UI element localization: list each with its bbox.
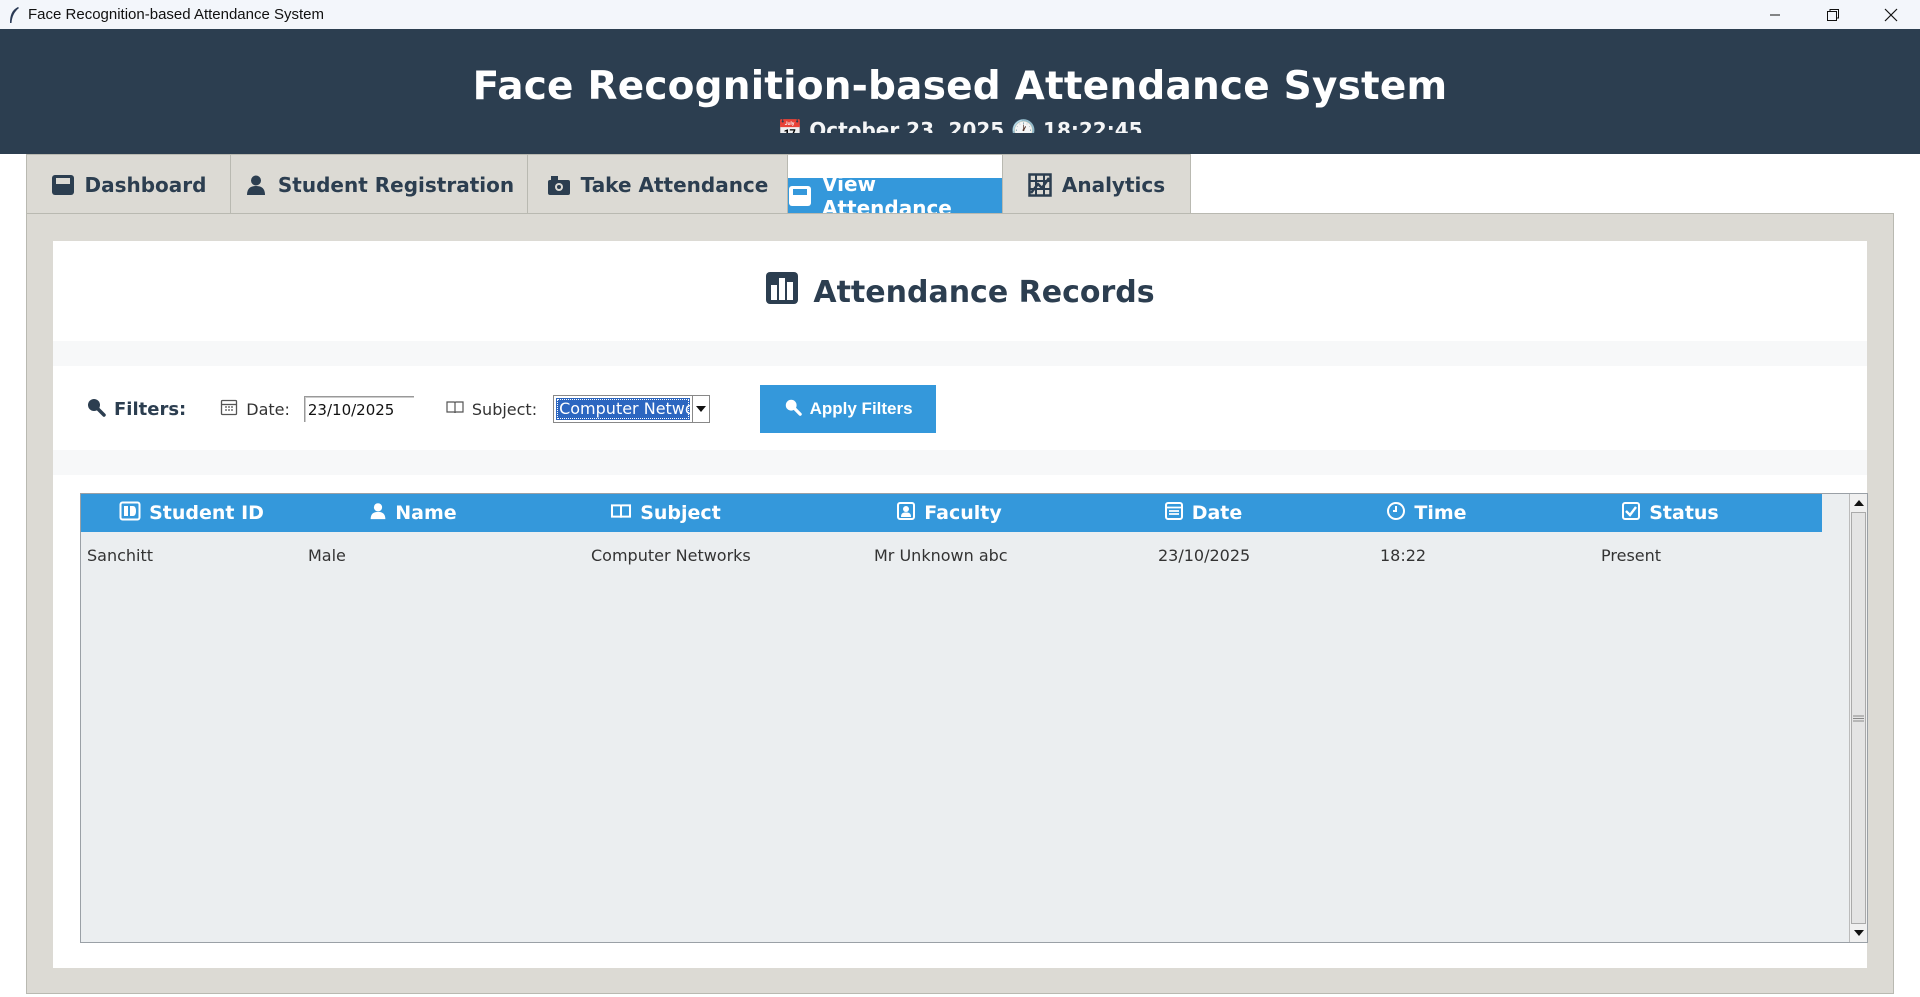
scrollbar-thumb[interactable] — [1851, 512, 1866, 924]
scroll-up-arrow-icon[interactable] — [1850, 494, 1867, 512]
attendance-table: Student ID Name Subject Faculty Date Tim… — [80, 493, 1868, 943]
tab-student-registration[interactable]: Student Registration — [230, 154, 528, 214]
subject-combobox[interactable]: Computer Networks — [553, 395, 711, 423]
dashboard-icon — [51, 173, 75, 197]
tab-label: Student Registration — [277, 172, 515, 197]
divider-band — [53, 450, 1867, 475]
restore-button[interactable] — [1804, 0, 1862, 29]
apply-filters-label: Apply Filters — [809, 399, 913, 418]
subject-selected-value: Computer Networks — [556, 398, 691, 420]
cell-student-id: Sanchitt — [87, 545, 154, 565]
calendar-icon — [220, 398, 238, 420]
camera-icon — [547, 173, 571, 197]
date-label: Date: — [246, 399, 290, 419]
records-heading: Attendance Records — [53, 271, 1867, 313]
app-title: Face Recognition-based Attendance System — [472, 64, 1448, 109]
tab-view-attendance[interactable]: View Attendance — [788, 172, 1002, 220]
column-label: Date — [1191, 502, 1243, 524]
table-row[interactable]: Sanchitt Male Computer Networks Mr Unkno… — [81, 532, 1822, 578]
cell-name: Male — [308, 545, 346, 565]
column-label: Name — [395, 502, 457, 524]
divider-band — [53, 341, 1867, 366]
table-body: Sanchitt Male Computer Networks Mr Unkno… — [81, 532, 1822, 578]
tab-label: Dashboard — [84, 172, 207, 197]
clock-icon — [1386, 501, 1406, 526]
window-title: Face Recognition-based Attendance System — [28, 6, 325, 23]
bar-chart-icon — [765, 271, 799, 313]
scroll-down-arrow-icon[interactable] — [1850, 924, 1867, 942]
cell-subject: Computer Networks — [591, 545, 751, 565]
cell-time: 18:22 — [1380, 545, 1427, 565]
faculty-icon — [896, 501, 916, 526]
column-header-name[interactable]: Name — [302, 494, 524, 532]
apply-filters-button[interactable]: Apply Filters — [760, 385, 937, 433]
date-filter: Date: — [220, 396, 414, 422]
tab-view-attendance-container: View Attendance — [787, 154, 1003, 220]
records-icon — [788, 184, 812, 208]
column-label: Status — [1649, 502, 1719, 524]
vertical-scrollbar[interactable] — [1849, 494, 1867, 942]
column-label: Faculty — [924, 502, 1002, 524]
user-icon — [244, 173, 268, 197]
column-header-student-id[interactable]: Student ID — [81, 494, 302, 532]
book-icon — [446, 399, 464, 419]
date-input[interactable] — [303, 396, 414, 422]
column-header-date[interactable]: Date — [1091, 494, 1315, 532]
records-title: Attendance Records — [813, 274, 1155, 310]
minimize-button[interactable] — [1746, 0, 1804, 29]
user-icon — [369, 502, 387, 525]
checkbox-icon — [1621, 501, 1641, 526]
cell-status: Present — [1601, 545, 1662, 565]
main-tabs: Dashboard Student Registration Take Atte… — [26, 154, 1191, 220]
column-header-faculty[interactable]: Faculty — [807, 494, 1091, 532]
filters-bar: Filters: Date: Subject: Computer Network… — [53, 369, 1867, 449]
book-icon — [610, 502, 632, 525]
subject-filter: Subject: Computer Networks — [446, 395, 711, 423]
column-header-subject[interactable]: Subject — [524, 494, 807, 532]
window-titlebar: Face Recognition-based Attendance System — [0, 0, 1920, 29]
view-attendance-panel: Attendance Records Filters: Date: 23/10/… — [53, 241, 1868, 968]
close-window-button[interactable] — [1862, 0, 1920, 29]
filters-label: Filters: — [114, 398, 187, 420]
table-header: Student ID Name Subject Faculty Date Tim… — [81, 494, 1822, 532]
subject-label: Subject: — [471, 399, 538, 419]
tab-analytics[interactable]: Analytics — [1002, 154, 1191, 214]
column-header-status[interactable]: Status — [1538, 494, 1802, 532]
analytics-icon — [1028, 172, 1052, 197]
cell-faculty: Mr Unknown abc — [874, 545, 1008, 565]
column-header-time[interactable]: Time — [1315, 494, 1538, 532]
column-label: Subject — [640, 502, 721, 524]
feather-app-icon — [4, 5, 24, 25]
tab-dashboard[interactable]: Dashboard — [26, 154, 231, 214]
search-icon — [784, 398, 802, 421]
filters-label-group: Filters: — [86, 397, 186, 422]
calendar-icon — [1164, 501, 1184, 526]
date-time-label: 📅 October 23, 2025 🕐 18:22:45 — [777, 118, 1143, 133]
chevron-down-icon[interactable] — [692, 396, 710, 422]
app-header: Face Recognition-based Attendance System… — [0, 29, 1920, 154]
tab-label: Analytics — [1061, 172, 1166, 197]
search-icon — [86, 397, 106, 422]
cell-date: 23/10/2025 — [1158, 545, 1251, 565]
tab-label: Take Attendance — [580, 172, 769, 197]
tab-content-area: Attendance Records Filters: Date: 23/10/… — [26, 213, 1894, 994]
column-label: Student ID — [149, 502, 264, 524]
id-card-icon — [119, 501, 141, 526]
tab-take-attendance[interactable]: Take Attendance — [527, 154, 788, 214]
column-label: Time — [1414, 502, 1467, 524]
